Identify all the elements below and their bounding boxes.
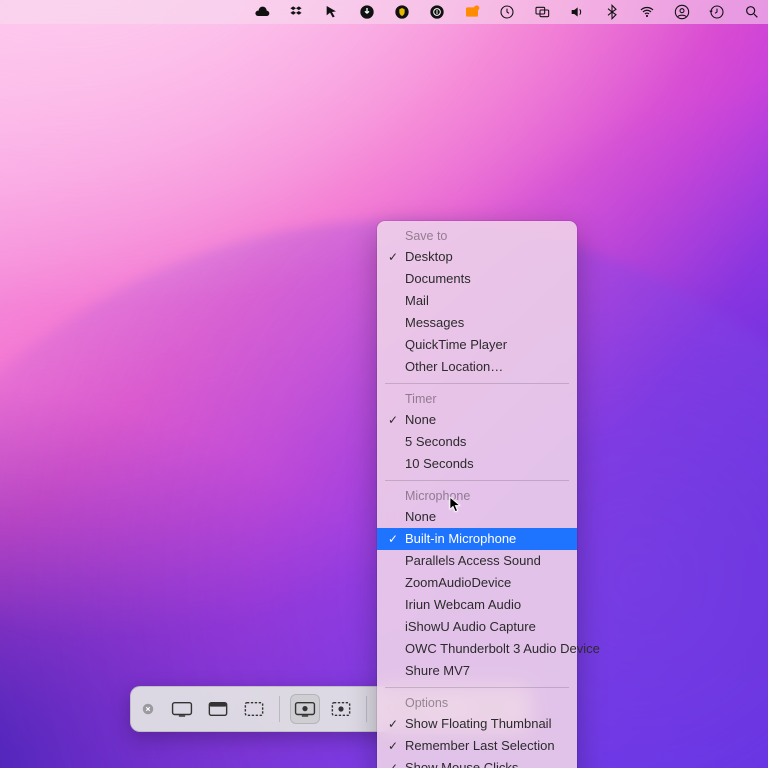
menu-divider bbox=[385, 687, 569, 688]
menu-item[interactable]: Built-in Microphone bbox=[377, 528, 577, 550]
menu-item[interactable]: Documents bbox=[377, 268, 577, 290]
capture-window-button[interactable] bbox=[203, 694, 233, 724]
bluetooth-icon[interactable] bbox=[603, 4, 620, 21]
menu-item[interactable]: Show Floating Thumbnail bbox=[377, 713, 577, 735]
menu-item[interactable]: 10 Seconds bbox=[377, 453, 577, 475]
menu-item[interactable]: Messages bbox=[377, 312, 577, 334]
record-selection-button[interactable] bbox=[326, 694, 356, 724]
arrow-select-icon[interactable] bbox=[323, 4, 340, 21]
menu-item[interactable]: ZoomAudioDevice bbox=[377, 572, 577, 594]
menu-item[interactable]: None bbox=[377, 409, 577, 431]
close-button[interactable] bbox=[139, 700, 157, 718]
menu-divider bbox=[385, 480, 569, 481]
notification-badge-icon[interactable] bbox=[463, 4, 480, 21]
capture-entire-screen-button[interactable] bbox=[167, 694, 197, 724]
menu-item[interactable]: Parallels Access Sound bbox=[377, 550, 577, 572]
toolbar-separator bbox=[279, 696, 280, 722]
menu-item[interactable]: Other Location… bbox=[377, 356, 577, 378]
menu-item[interactable]: Remember Last Selection bbox=[377, 735, 577, 757]
menu-item[interactable]: Shure MV7 bbox=[377, 660, 577, 682]
menu-section-label: Save to bbox=[377, 226, 577, 246]
1password-icon[interactable] bbox=[428, 4, 445, 21]
menu-divider bbox=[385, 383, 569, 384]
macos-menu-bar bbox=[0, 0, 768, 24]
toolbar-separator bbox=[366, 696, 367, 722]
clock-icon[interactable] bbox=[498, 4, 515, 21]
wifi-icon[interactable] bbox=[638, 4, 655, 21]
menu-item[interactable]: Show Mouse Clicks bbox=[377, 757, 577, 768]
menu-section-label: Microphone bbox=[377, 486, 577, 506]
record-entire-screen-button[interactable] bbox=[290, 694, 320, 724]
menu-item[interactable]: 5 Seconds bbox=[377, 431, 577, 453]
menu-section-label: Options bbox=[377, 693, 577, 713]
menu-item[interactable]: Mail bbox=[377, 290, 577, 312]
screenshot-options-menu: Save toDesktopDocumentsMailMessagesQuick… bbox=[377, 221, 577, 768]
shield-icon[interactable] bbox=[393, 4, 410, 21]
capture-selection-button[interactable] bbox=[239, 694, 269, 724]
time-machine-icon[interactable] bbox=[708, 4, 725, 21]
download-icon[interactable] bbox=[358, 4, 375, 21]
menu-section-label: Timer bbox=[377, 389, 577, 409]
spotlight-icon[interactable] bbox=[743, 4, 760, 21]
dropbox-icon[interactable] bbox=[288, 4, 305, 21]
user-icon[interactable] bbox=[673, 4, 690, 21]
menu-item[interactable]: None bbox=[377, 506, 577, 528]
menu-item[interactable]: QuickTime Player bbox=[377, 334, 577, 356]
menu-item[interactable]: OWC Thunderbolt 3 Audio Device bbox=[377, 638, 577, 660]
screens-icon[interactable] bbox=[533, 4, 550, 21]
menu-item[interactable]: iShowU Audio Capture bbox=[377, 616, 577, 638]
cloud-icon[interactable] bbox=[253, 4, 270, 21]
sound-icon[interactable] bbox=[568, 4, 585, 21]
menu-item[interactable]: Iriun Webcam Audio bbox=[377, 594, 577, 616]
menu-item[interactable]: Desktop bbox=[377, 246, 577, 268]
